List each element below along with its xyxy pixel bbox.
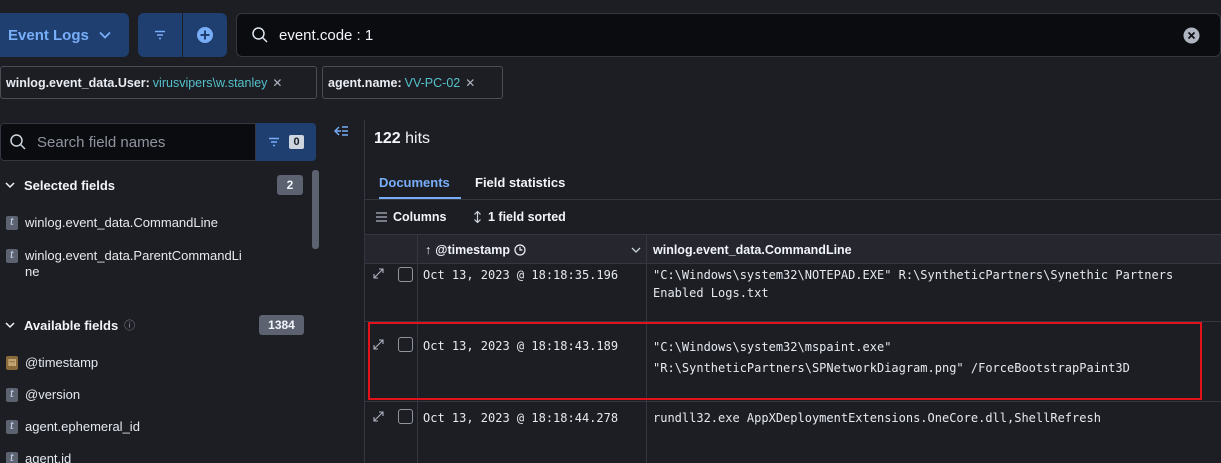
search-icon [10,134,26,150]
text-type-icon: t [6,452,18,463]
row-checkbox[interactable] [398,409,413,424]
query-tools [138,13,227,57]
field-name: @version [25,387,81,402]
chevron-down-icon [5,322,15,329]
sort-icon [474,211,481,223]
query-input[interactable]: event.code : 1 [236,13,1221,57]
row-timestamp: Oct 13, 2023 @ 18:18:44.278 [423,411,619,425]
selected-fields-label: Selected fields [24,177,116,193]
filter-value: virusvipers\w.stanley [152,75,268,90]
help-icon[interactable]: ⓘ [124,317,135,333]
field-type-filter-button[interactable]: 0 [256,123,316,161]
available-fields-toggle[interactable]: Available fields ⓘ [4,315,135,335]
close-icon[interactable]: ✕ [272,76,282,90]
columns-button[interactable]: Columns [376,210,446,224]
collapse-icon[interactable] [333,124,349,138]
filter-icon [155,30,165,40]
available-fields-label: Available fields [24,317,119,333]
filter-count-badge: 0 [289,135,304,149]
field-name: agent.ephemeral_id [25,419,140,434]
row-commandline: "C:\Windows\system32\NOTEPAD.EXE" R:\Syn… [653,268,1174,300]
expand-icon[interactable] [372,267,385,280]
view-tabs: Documents Field statistics [365,164,1221,200]
grid-header: ↑ @timestamp winlog.event_data.CommandLi… [365,234,1221,264]
query-text: event.code : 1 [279,26,374,44]
column-header-commandline[interactable]: winlog.event_data.CommandLine [653,243,852,257]
active-tab-indicator [379,197,461,199]
column-header-timestamp[interactable]: ↑ @timestamp [425,243,526,257]
field-name: @timestamp [25,355,99,370]
field-name: agent.id [25,451,72,463]
chevron-down-icon [99,31,111,39]
field-item-commandline[interactable]: t winlog.event_data.CommandLine [6,215,266,231]
tab-documents[interactable]: Documents [379,175,450,190]
sort-asc-icon: ↑ [425,243,432,257]
field-item-version[interactable]: t @version [6,387,266,403]
data-view-label: Event Logs [8,26,89,44]
text-type-icon: t [6,388,18,402]
date-type-icon: ▤ [6,356,18,370]
plus-circle-icon [197,27,213,43]
chevron-down-icon [5,182,15,189]
filter-icon [269,137,280,147]
selected-fields-toggle[interactable]: Selected fields [4,175,115,195]
filter-field: agent.name: [328,75,402,90]
filter-menu-button[interactable] [138,13,182,57]
row-commandline: rundll32.exe AppXDeploymentExtensions.On… [653,411,1101,425]
filter-field: winlog.event_data.User: [6,75,150,90]
field-item-ephemeral-id[interactable]: t agent.ephemeral_id [6,419,266,435]
available-fields-count: 1384 [259,315,304,335]
selected-fields-count: 2 [277,175,303,195]
tab-field-statistics[interactable]: Field statistics [475,175,565,190]
table-row[interactable]: Oct 13, 2023 @ 18:18:44.278 rundll32.exe… [365,402,1221,463]
search-icon [252,27,268,43]
filter-pill-user[interactable]: winlog.event_data.User: virusvipers\w.st… [0,66,317,99]
chevron-down-icon[interactable] [631,246,641,254]
field-name: winlog.event_data.CommandLine [25,215,218,230]
add-filter-button[interactable] [182,13,227,57]
grid-toolbar: Columns 1 field sorted [365,200,1221,234]
table-row[interactable]: Oct 13, 2023 @ 18:18:35.196 "C:\Windows\… [365,264,1221,322]
columns-icon [376,212,387,222]
highlight-box [368,322,1202,400]
field-search-input[interactable]: Search field names [0,123,256,161]
sidebar-scrollbar[interactable] [312,170,319,249]
text-type-icon: t [6,249,18,263]
sort-button[interactable]: 1 field sorted [473,210,566,224]
field-name: winlog.event_data.ParentCommandLi ne [25,248,242,279]
filter-pill-agent[interactable]: agent.name: VV-PC-02 ✕ [322,66,503,99]
data-view-selector[interactable]: Event Logs [0,13,129,57]
row-timestamp: Oct 13, 2023 @ 18:18:35.196 [423,268,619,282]
expand-icon[interactable] [372,410,385,423]
clock-icon [514,244,526,256]
clear-icon[interactable] [1183,27,1200,44]
filter-value: VV-PC-02 [404,75,461,90]
field-item-agent-id[interactable]: t agent.id [6,451,266,463]
field-item-parentcommandline[interactable]: t winlog.event_data.ParentCommandLi ne [6,248,266,280]
field-search-placeholder: Search field names [37,133,166,151]
text-type-icon: t [6,420,18,434]
text-type-icon: t [6,216,18,230]
row-checkbox[interactable] [398,267,413,282]
hits-count: 122 hits [374,130,431,147]
field-item-timestamp[interactable]: ▤ @timestamp [6,355,266,371]
close-icon[interactable]: ✕ [465,76,475,90]
